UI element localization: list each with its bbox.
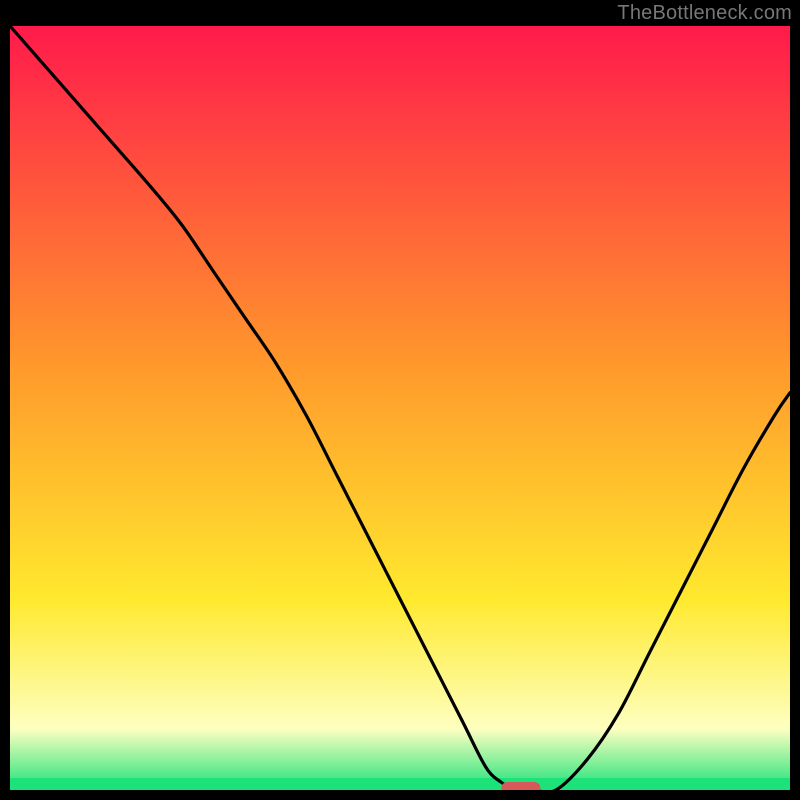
watermark-text: TheBottleneck.com [617, 2, 792, 25]
optimal-marker [501, 782, 540, 790]
gradient-background [10, 26, 790, 790]
chart-frame: TheBottleneck.com [0, 0, 800, 800]
bottleneck-chart [10, 26, 790, 790]
green-baseline [10, 778, 790, 790]
